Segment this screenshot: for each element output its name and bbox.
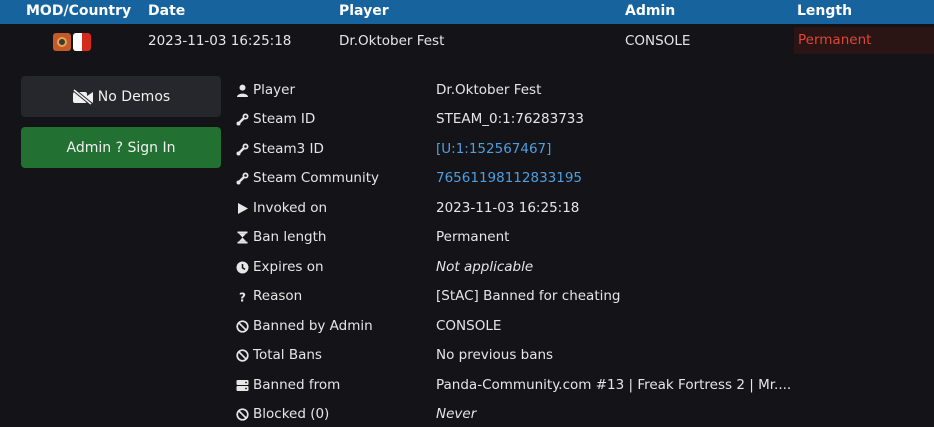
ban-icon: [236, 407, 249, 421]
steam-icon: [236, 172, 249, 185]
detail-label: Steam3 ID: [236, 141, 324, 157]
steam-icon: [236, 143, 249, 156]
ban-table-header: MOD/Country Date Player Admin Length: [0, 0, 934, 24]
detail-row: Steam3 ID [U:1:152567467]: [0, 137, 934, 163]
ban-icon: [236, 348, 249, 362]
detail-label-text: Banned from: [253, 377, 341, 393]
detail-row: Expires on Not applicable: [0, 255, 934, 281]
header-mod-country[interactable]: MOD/Country: [26, 3, 131, 19]
detail-label: Banned from: [236, 377, 340, 393]
detail-label-text: Reason: [253, 288, 303, 304]
ban-admin: CONSOLE: [625, 33, 691, 49]
detail-label-text: Steam ID: [253, 111, 316, 127]
ban-player: Dr.Oktober Fest: [339, 33, 445, 49]
ban-icon: [236, 319, 249, 333]
detail-value-link[interactable]: [U:1:152567467]: [436, 141, 551, 157]
ban-date: 2023-11-03 16:25:18: [148, 33, 292, 49]
detail-label: Banned by Admin: [236, 318, 373, 334]
detail-value: CONSOLE: [436, 318, 502, 334]
svg-text:?: ?: [239, 290, 246, 303]
header-admin[interactable]: Admin: [625, 3, 675, 19]
detail-label-text: Expires on: [253, 259, 324, 275]
steam-icon: [236, 113, 249, 126]
detail-label: Total Bans: [236, 347, 322, 363]
server-icon: [236, 379, 249, 392]
user-icon: [236, 84, 249, 97]
tf2-icon: [53, 33, 71, 51]
detail-row: Steam Community 76561198112833195: [0, 166, 934, 192]
detail-row: Banned by Admin CONSOLE: [0, 314, 934, 340]
detail-row: Invoked on 2023-11-03 16:25:18: [0, 196, 934, 222]
detail-row: Steam ID STEAM_0:1:76283733: [0, 107, 934, 133]
detail-value: No previous bans: [436, 347, 554, 363]
detail-label-text: Blocked (0): [253, 406, 330, 422]
ban-length-cell: Permanent: [794, 27, 934, 54]
detail-label: ? Reason: [236, 288, 302, 304]
detail-value: Not applicable: [436, 259, 534, 275]
header-player[interactable]: Player: [339, 3, 389, 19]
detail-label-text: Invoked on: [253, 200, 328, 216]
detail-value: STEAM_0:1:76283733: [436, 111, 584, 127]
detail-label-text: Banned by Admin: [253, 318, 373, 334]
play-icon: [236, 202, 249, 215]
detail-value: Never: [436, 406, 477, 422]
hourglass-icon: [236, 231, 249, 244]
detail-label-text: Steam Community: [253, 170, 380, 186]
detail-label: Invoked on: [236, 200, 327, 216]
detail-label-text: Steam3 ID: [253, 141, 324, 157]
detail-label: Expires on: [236, 259, 324, 275]
detail-label: Ban length: [236, 229, 326, 245]
detail-label-text: Player: [253, 82, 296, 98]
detail-row: Banned from Panda-Community.com #13 | Fre…: [0, 373, 934, 399]
detail-value: Panda-Community.com #13 | Freak Fortress…: [436, 377, 792, 393]
detail-label-text: Ban length: [253, 229, 327, 245]
ban-length-value: Permanent: [798, 32, 872, 48]
detail-row: Ban length Permanent: [0, 225, 934, 251]
header-date[interactable]: Date: [148, 3, 185, 19]
country-flag-icon: [73, 33, 91, 51]
header-length[interactable]: Length: [797, 3, 852, 19]
detail-label: Steam Community: [236, 170, 379, 186]
detail-label: Blocked (0): [236, 406, 329, 422]
detail-row: ? Reason [StAC] Banned for cheating: [0, 284, 934, 310]
detail-value: [StAC] Banned for cheating: [436, 288, 621, 304]
detail-value: Dr.Oktober Fest: [436, 82, 542, 98]
detail-label-text: Total Bans: [253, 347, 322, 363]
detail-value: 2023-11-03 16:25:18: [436, 200, 580, 216]
detail-row: Total Bans No previous bans: [0, 343, 934, 369]
detail-row: Player Dr.Oktober Fest: [0, 78, 934, 104]
detail-row: Blocked (0) Never: [0, 402, 934, 427]
detail-value-link[interactable]: 76561198112833195: [436, 170, 582, 186]
detail-label: Steam ID: [236, 111, 315, 127]
detail-label: Player: [236, 82, 295, 98]
question-icon: ?: [236, 290, 249, 303]
detail-value: Permanent: [436, 229, 510, 245]
clock-icon: [236, 261, 249, 274]
